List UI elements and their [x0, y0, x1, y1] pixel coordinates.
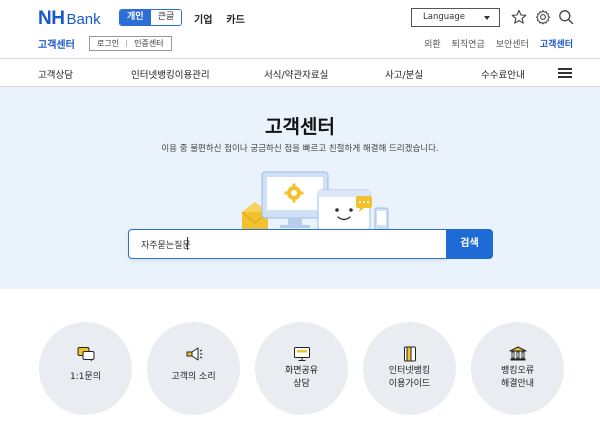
- cert-center-link[interactable]: 인증센터: [127, 37, 170, 50]
- search-icon[interactable]: [558, 9, 574, 25]
- link-forex[interactable]: 외환: [424, 37, 441, 50]
- sub-header: 고객센터 로그인 인증센터 외환 퇴직연금 보안센터 고객센터: [0, 33, 600, 55]
- text-cursor: [187, 237, 188, 250]
- link-pension[interactable]: 퇴직연금: [452, 37, 485, 50]
- service-label-line2: 상담: [293, 379, 310, 389]
- tab-large-text[interactable]: 큰글: [150, 10, 182, 25]
- menu-fees[interactable]: 수수료안내: [481, 67, 525, 81]
- language-select[interactable]: Language: [411, 8, 500, 27]
- menu-bar: 고객상담 인터넷뱅킹이용관리 서식/약관자료실 사고/분실 수수료안내: [0, 59, 600, 86]
- utility-links: 외환 퇴직연금 보안센터 고객센터: [424, 37, 573, 50]
- service-voice-of-customer[interactable]: 고객의 소리: [147, 322, 240, 415]
- nav-corporate[interactable]: 기업: [194, 11, 212, 26]
- service-label-line1: 화면공유: [284, 366, 319, 376]
- search-placeholder: 자주묻는질문: [141, 241, 191, 251]
- logo-nh: NH: [38, 8, 65, 29]
- menu-forms[interactable]: 서식/약관자료실: [264, 67, 328, 81]
- menu-loss[interactable]: 사고/분실: [385, 67, 423, 81]
- menu-internet-banking[interactable]: 인터넷뱅킹이용관리: [131, 67, 210, 81]
- screen-share-icon: [294, 347, 310, 361]
- section-title[interactable]: 고객센터: [38, 36, 75, 51]
- page-subtitle: 이용 중 불편하신 점이나 궁금하신 점을 빠르고 친절하게 해결해 드리겠습니…: [161, 144, 439, 154]
- gear-icon[interactable]: [535, 9, 551, 25]
- service-label: 1:1문의: [69, 372, 102, 382]
- nav-card[interactable]: 카드: [226, 11, 244, 26]
- chevron-down-icon: [484, 16, 490, 20]
- link-security[interactable]: 보안센터: [496, 37, 529, 50]
- link-customer-center[interactable]: 고객센터: [540, 37, 573, 50]
- page-title: 고객센터: [265, 116, 335, 138]
- tab-personal[interactable]: 개인: [120, 10, 151, 25]
- login-link[interactable]: 로그인: [90, 37, 126, 50]
- customer-center-illustration: [241, 171, 389, 232]
- service-label-line2: 해결안내: [500, 379, 535, 389]
- service-banking-error-help[interactable]: 뱅킹오류 해결안내: [471, 322, 564, 415]
- service-screen-share[interactable]: 화면공유 상담: [255, 322, 348, 415]
- login-cert-box: 로그인 인증센터: [89, 36, 172, 51]
- search-button[interactable]: 검색: [446, 229, 493, 259]
- service-label-line1: 인터넷뱅킹: [388, 366, 431, 376]
- hamburger-menu-icon[interactable]: [558, 68, 572, 78]
- service-1on1-inquiry[interactable]: 1:1문의: [39, 322, 132, 415]
- megaphone-icon: [186, 347, 203, 361]
- service-label: 고객의 소리: [171, 372, 216, 382]
- faq-search-input[interactable]: 자주묻는질문: [128, 229, 446, 259]
- service-label-line2: 이용가이드: [388, 379, 431, 389]
- bank-building-icon: [509, 346, 527, 361]
- star-icon[interactable]: [511, 9, 527, 25]
- main-nav-top: 기업 카드: [194, 11, 245, 26]
- service-label-line1: 뱅킹오류: [500, 366, 535, 376]
- guide-book-icon: [404, 346, 416, 362]
- logo-bank: Bank: [66, 11, 101, 28]
- service-banking-guide[interactable]: 인터넷뱅킹 이용가이드: [363, 322, 456, 415]
- language-label: Language: [423, 12, 465, 22]
- chat-bubbles-icon: [77, 347, 95, 362]
- menu-consult[interactable]: 고객상담: [38, 67, 73, 81]
- nh-bank-logo[interactable]: NH Bank: [38, 8, 101, 29]
- segment-tabs: 개인 큰글: [119, 9, 183, 26]
